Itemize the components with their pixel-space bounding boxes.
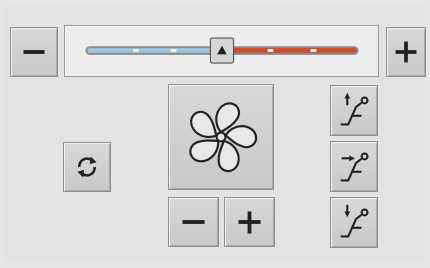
temperature-increase-button[interactable] (386, 27, 426, 77)
slider-track-cold (87, 48, 222, 53)
seat-airflow-middle-icon (340, 152, 369, 182)
seat-airflow-lower-icon (340, 204, 369, 238)
recirculate-icon (77, 156, 97, 178)
fan-speed-display (168, 84, 274, 190)
seat-airflow-upper-icon (340, 92, 369, 126)
minus-icon (23, 50, 45, 54)
plus-icon (238, 211, 261, 234)
fan-speed-increase-button[interactable] (224, 197, 275, 247)
slider-thumb[interactable] (209, 37, 235, 64)
slider-track-hot (221, 48, 357, 53)
air-distribution-upper-button[interactable] (330, 85, 378, 136)
temperature-decrease-button[interactable] (10, 27, 58, 77)
temperature-slider[interactable] (64, 25, 379, 77)
slider-tick (170, 49, 177, 52)
minus-icon (182, 220, 205, 224)
slider-tick (310, 49, 317, 52)
slider-tick (132, 49, 139, 52)
air-distribution-lower-button[interactable] (330, 197, 378, 248)
fan-icon (189, 102, 258, 173)
plus-icon (395, 41, 417, 63)
air-distribution-middle-button[interactable] (330, 141, 378, 192)
recirculation-button[interactable] (63, 142, 111, 192)
temperature-slider-graphic (85, 37, 359, 64)
slider-tick (267, 49, 274, 52)
fan-speed-decrease-button[interactable] (168, 197, 219, 247)
